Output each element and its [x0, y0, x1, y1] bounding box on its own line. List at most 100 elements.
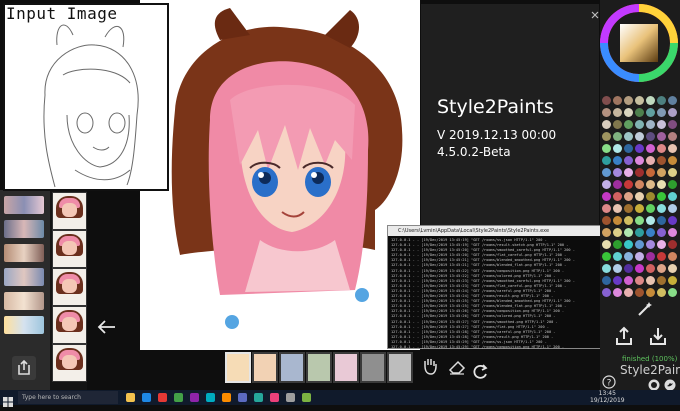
palette-thumbnail[interactable] [4, 220, 44, 238]
color-swatch[interactable] [613, 228, 622, 237]
taskbar-app[interactable] [206, 393, 215, 402]
color-swatch[interactable] [613, 240, 622, 249]
color-swatch[interactable] [613, 144, 622, 153]
color-swatch[interactable] [668, 132, 677, 141]
color-swatch[interactable] [624, 240, 633, 249]
color-swatch[interactable] [613, 288, 622, 297]
color-swatch[interactable] [602, 288, 611, 297]
color-swatch[interactable] [668, 216, 677, 225]
result-thumbnail[interactable] [52, 306, 87, 344]
color-swatch[interactable] [624, 288, 633, 297]
palette-thumbnail[interactable] [4, 316, 44, 334]
magic-wand-button[interactable] [636, 300, 654, 318]
color-swatch[interactable] [635, 132, 644, 141]
result-thumbnail[interactable] [52, 192, 87, 230]
color-swatch[interactable] [657, 156, 666, 165]
color-swatch[interactable] [602, 264, 611, 273]
color-swatch[interactable] [624, 204, 633, 213]
color-swatch[interactable] [657, 132, 666, 141]
color-tile[interactable] [387, 352, 413, 383]
color-swatch[interactable] [624, 180, 633, 189]
close-button[interactable] [590, 5, 600, 19]
color-swatch[interactable] [668, 252, 677, 261]
color-swatch[interactable] [613, 108, 622, 117]
color-swatch[interactable] [635, 252, 644, 261]
color-swatch[interactable] [624, 168, 633, 177]
color-swatch[interactable] [657, 120, 666, 129]
color-swatch[interactable] [668, 264, 677, 273]
color-swatch[interactable] [657, 108, 666, 117]
color-swatch[interactable] [613, 132, 622, 141]
color-swatch[interactable] [668, 156, 677, 165]
color-swatch[interactable] [635, 216, 644, 225]
previous-arrow-button[interactable] [95, 318, 117, 336]
color-swatch[interactable] [624, 264, 633, 273]
color-swatch[interactable] [657, 276, 666, 285]
color-swatch[interactable] [635, 228, 644, 237]
color-swatch[interactable] [635, 96, 644, 105]
taskbar-app[interactable] [254, 393, 263, 402]
color-swatch[interactable] [635, 180, 644, 189]
color-swatch[interactable] [646, 276, 655, 285]
taskbar-app[interactable] [270, 393, 279, 402]
color-swatch[interactable] [657, 252, 666, 261]
color-swatch[interactable] [602, 108, 611, 117]
taskbar-search-input[interactable]: Type here to search [18, 391, 118, 404]
color-swatch[interactable] [624, 276, 633, 285]
color-swatch[interactable] [646, 288, 655, 297]
color-swatch[interactable] [613, 264, 622, 273]
color-tile[interactable] [252, 352, 278, 383]
github-button[interactable] [648, 376, 660, 391]
result-thumbnail[interactable] [52, 268, 87, 306]
color-swatch[interactable] [646, 156, 655, 165]
color-swatch[interactable] [602, 216, 611, 225]
color-swatch[interactable] [613, 276, 622, 285]
color-swatch[interactable] [602, 120, 611, 129]
taskbar-app[interactable] [222, 393, 231, 402]
color-swatch[interactable] [635, 192, 644, 201]
color-swatch[interactable] [646, 96, 655, 105]
color-swatch[interactable] [646, 240, 655, 249]
taskbar-app[interactable] [174, 393, 183, 402]
color-swatch[interactable] [635, 108, 644, 117]
start-button[interactable] [3, 392, 13, 407]
color-swatch[interactable] [668, 192, 677, 201]
color-swatch[interactable] [602, 156, 611, 165]
color-swatch[interactable] [668, 276, 677, 285]
color-swatch[interactable] [602, 204, 611, 213]
color-swatch[interactable] [668, 204, 677, 213]
color-swatch[interactable] [624, 192, 633, 201]
color-swatch[interactable] [646, 132, 655, 141]
color-swatch[interactable] [624, 216, 633, 225]
console-window[interactable]: C:\Users\Lvmin\AppData\Local\Style2Paint… [387, 225, 616, 349]
palette-thumbnail[interactable] [4, 244, 44, 262]
color-swatch[interactable] [602, 144, 611, 153]
twitter-button[interactable] [664, 376, 676, 391]
color-swatch[interactable] [613, 192, 622, 201]
hand-tool-button[interactable] [418, 354, 442, 378]
color-swatch[interactable] [646, 228, 655, 237]
color-swatch[interactable] [613, 180, 622, 189]
color-tile[interactable] [279, 352, 305, 383]
color-swatch[interactable] [657, 168, 666, 177]
taskbar-app[interactable] [238, 393, 247, 402]
color-swatch[interactable] [613, 252, 622, 261]
color-swatch[interactable] [624, 108, 633, 117]
color-swatch[interactable] [624, 252, 633, 261]
color-swatch[interactable] [646, 204, 655, 213]
taskbar-app[interactable] [126, 393, 135, 402]
taskbar-app[interactable] [286, 393, 295, 402]
color-swatch[interactable] [668, 168, 677, 177]
color-swatch[interactable] [613, 168, 622, 177]
color-swatch[interactable] [613, 216, 622, 225]
color-swatch[interactable] [646, 216, 655, 225]
color-swatch[interactable] [657, 228, 666, 237]
color-swatch[interactable] [635, 240, 644, 249]
color-swatch[interactable] [613, 204, 622, 213]
color-swatch[interactable] [646, 264, 655, 273]
color-swatch[interactable] [657, 216, 666, 225]
color-swatch[interactable] [657, 204, 666, 213]
refresh-button[interactable] [470, 362, 490, 382]
color-swatch[interactable] [646, 144, 655, 153]
color-swatch[interactable] [602, 276, 611, 285]
